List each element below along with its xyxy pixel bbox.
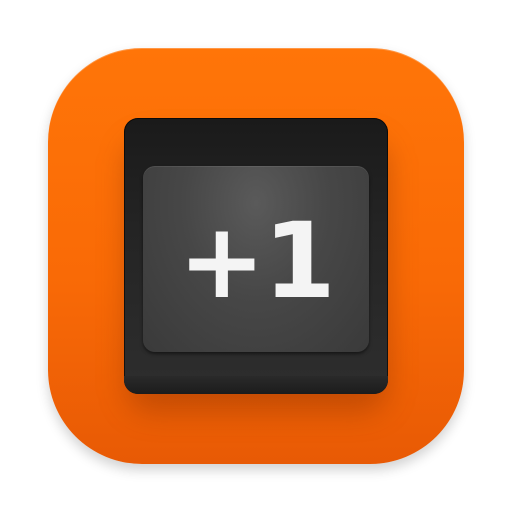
keycap-bottom-edge [124, 376, 388, 394]
app-icon-canvas: +1 [0, 0, 512, 512]
keycap-label: +1 [178, 200, 336, 322]
